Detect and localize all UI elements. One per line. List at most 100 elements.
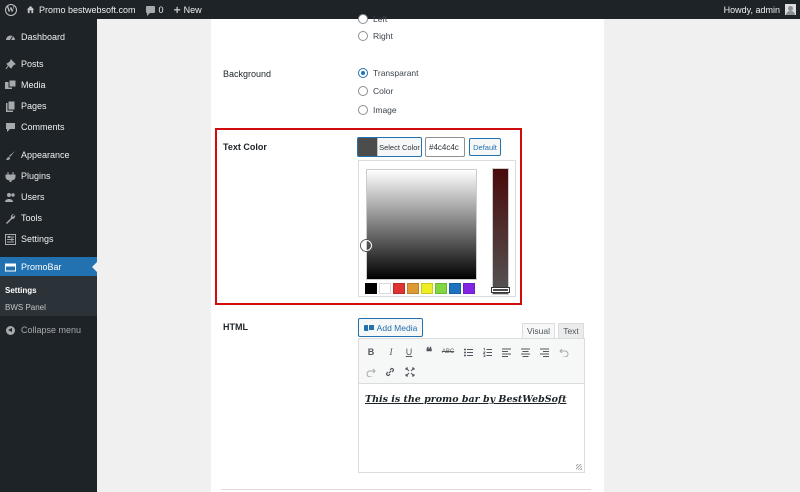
admin-bar: W Promo bestwebsoft.com 0 + New Howdy, a… — [0, 0, 800, 19]
new-content-link[interactable]: + New — [174, 0, 202, 19]
dashboard-icon — [5, 32, 16, 43]
hue-slider[interactable] — [492, 168, 509, 295]
sidebar-item-comments[interactable]: Comments — [0, 117, 97, 137]
radio-button[interactable] — [358, 105, 368, 115]
sidebar-item-tools[interactable]: Tools — [0, 208, 97, 228]
palette-swatch-orange[interactable] — [407, 283, 419, 294]
palette-swatch-yellow[interactable] — [421, 283, 433, 294]
link-icon[interactable] — [383, 365, 397, 379]
background-option-color[interactable]: Color — [358, 86, 393, 96]
resize-handle-icon[interactable] — [576, 464, 582, 470]
wordpress-logo-icon[interactable]: W — [1, 0, 20, 19]
radio-label: Transparant — [373, 68, 419, 78]
align-left-icon[interactable] — [499, 345, 513, 359]
sidebar-item-settings[interactable]: Settings — [0, 229, 97, 249]
radio-button[interactable] — [358, 31, 368, 41]
sidebar-item-pages[interactable]: Pages — [0, 96, 97, 116]
underline-icon[interactable]: U — [402, 345, 416, 359]
media-icon — [5, 79, 16, 91]
admin-sidebar: Dashboard Posts Media Pages Comments App… — [0, 19, 97, 492]
position-option-right[interactable]: Right — [358, 31, 393, 41]
media-icon — [363, 323, 375, 332]
color-palette — [365, 283, 475, 294]
background-label: Background — [223, 69, 272, 79]
radio-button[interactable] — [358, 14, 368, 24]
align-center-icon[interactable] — [518, 345, 532, 359]
editor-content-text[interactable]: This is the promo bar by BestWebSoft — [365, 394, 566, 405]
sidebar-item-users[interactable]: Users — [0, 187, 97, 207]
sidebar-item-media[interactable]: Media — [0, 75, 97, 95]
sidebar-item-label: Appearance — [21, 150, 70, 160]
site-name-label: Promo bestwebsoft.com — [39, 4, 136, 15]
brush-icon — [5, 150, 16, 161]
avatar — [785, 4, 796, 15]
promobar-submenu: Settings BWS Panel — [0, 276, 97, 316]
submenu-item-settings[interactable]: Settings — [5, 286, 37, 295]
comment-icon — [5, 122, 16, 133]
collapse-menu-button[interactable]: Collapse menu — [0, 320, 97, 340]
palette-swatch-purple[interactable] — [463, 283, 475, 294]
default-color-button[interactable]: Default — [469, 138, 501, 156]
undo-icon[interactable] — [557, 345, 571, 359]
comment-bubble-icon — [145, 6, 155, 16]
collapse-arrow-icon — [6, 325, 15, 335]
align-right-icon[interactable] — [537, 345, 551, 359]
sidebar-item-plugins[interactable]: Plugins — [0, 166, 97, 186]
settings-panel: Left Right Background Transparant Color … — [211, 14, 604, 492]
sidebar-item-label: Plugins — [21, 171, 51, 181]
sidebar-item-posts[interactable]: Posts — [0, 54, 97, 74]
numbered-list-icon[interactable] — [480, 345, 494, 359]
position-option-left[interactable]: Left — [358, 14, 387, 24]
background-option-image[interactable]: Image — [358, 105, 397, 115]
radio-label: Right — [373, 31, 393, 41]
blockquote-icon[interactable]: ❝ — [422, 345, 436, 359]
plus-icon: + — [173, 2, 181, 17]
bold-icon[interactable]: B — [364, 345, 378, 359]
home-icon — [26, 5, 35, 14]
palette-swatch-white[interactable] — [379, 283, 391, 294]
palette-swatch-blue[interactable] — [449, 283, 461, 294]
tab-visual[interactable]: Visual — [522, 323, 555, 338]
submenu-item-bws-panel[interactable]: BWS Panel — [5, 303, 46, 312]
redo-icon[interactable] — [364, 365, 378, 379]
greeting-label: Howdy, admin — [723, 4, 780, 15]
radio-button[interactable] — [358, 86, 368, 96]
sidebar-item-label: Dashboard — [21, 32, 66, 42]
tab-text[interactable]: Text — [558, 323, 584, 338]
account-menu[interactable]: Howdy, admin — [724, 0, 796, 19]
hue-slider-handle[interactable] — [492, 288, 509, 292]
saturation-square[interactable] — [366, 169, 477, 280]
wrench-icon — [5, 213, 16, 224]
fullscreen-icon[interactable] — [403, 365, 417, 379]
sidebar-item-dashboard[interactable]: Dashboard — [0, 27, 97, 47]
comments-count: 0 — [158, 4, 164, 15]
radio-label: Color — [373, 86, 394, 96]
divider — [221, 489, 591, 490]
radio-button-checked[interactable] — [358, 68, 368, 78]
palette-swatch-green[interactable] — [435, 283, 447, 294]
pin-icon — [5, 58, 16, 70]
sidebar-item-label: Users — [21, 192, 45, 202]
radio-label: Image — [373, 105, 397, 115]
sidebar-item-label: Posts — [21, 59, 44, 69]
sidebar-item-label: Comments — [21, 122, 65, 132]
sidebar-item-appearance[interactable]: Appearance — [0, 145, 97, 165]
collapse-label: Collapse menu — [21, 325, 82, 335]
palette-swatch-red[interactable] — [393, 283, 405, 294]
background-option-transparant[interactable]: Transparant — [358, 68, 419, 78]
palette-swatch-black[interactable] — [365, 283, 377, 294]
strikethrough-icon[interactable]: ABC — [441, 345, 455, 359]
add-media-button[interactable]: Add Media — [358, 318, 423, 337]
color-hex-input[interactable]: #4c4c4c — [425, 137, 465, 157]
select-color-button[interactable]: Select Color — [357, 137, 422, 157]
sidebar-item-label: Media — [21, 80, 46, 90]
italic-icon[interactable]: I — [384, 345, 398, 359]
bullet-list-icon[interactable] — [461, 345, 475, 359]
sidebar-item-label: PromoBar — [21, 262, 62, 272]
saturation-handle[interactable] — [361, 240, 372, 251]
plug-icon — [5, 171, 16, 182]
sidebar-item-promobar[interactable]: PromoBar — [0, 257, 97, 277]
promobar-icon — [5, 262, 16, 273]
comments-link[interactable]: 0 — [145, 0, 164, 19]
site-name-link[interactable]: Promo bestwebsoft.com — [26, 0, 136, 19]
